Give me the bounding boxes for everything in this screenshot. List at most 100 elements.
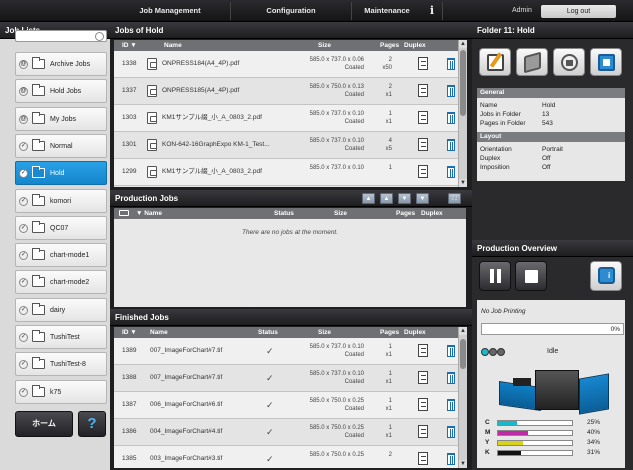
- table-row[interactable]: 1385 003_ImageForChart#3.tif ✓ 585.0 x 750.…: [114, 446, 458, 468]
- trash-icon[interactable]: [447, 372, 455, 384]
- table-row[interactable]: 1389 007_ImageForChart#7.tif ✓ 585.0 x 737.…: [114, 338, 458, 365]
- job-list-item[interactable]: ✓ QC07: [15, 215, 107, 240]
- table-row[interactable]: 1299 KM1サンプル綴_小_A_0803_2.pdf 585.0 x 737.0…: [114, 159, 458, 186]
- radio-icon[interactable]: ✓: [19, 223, 28, 233]
- col-name[interactable]: Name: [150, 327, 168, 338]
- radio-icon[interactable]: @: [19, 114, 28, 124]
- nav-configuration[interactable]: Configuration: [231, 0, 351, 22]
- radio-icon[interactable]: ✓: [19, 278, 28, 288]
- trash-icon[interactable]: [447, 399, 455, 411]
- stop-button[interactable]: [515, 261, 547, 291]
- col-pages[interactable]: Pages: [380, 40, 399, 51]
- table-row[interactable]: 1386 004_ImageForChart#4.tif ✓ 585.0 x 750.…: [114, 419, 458, 446]
- page-layout-icon[interactable]: [418, 344, 428, 357]
- radio-icon[interactable]: ✓: [19, 169, 28, 179]
- job-list-item[interactable]: @ My Jobs: [15, 106, 107, 131]
- move-down-icon[interactable]: ▼: [398, 193, 411, 204]
- delete-folder-button[interactable]: [553, 48, 585, 76]
- col-id[interactable]: ID ▼: [122, 327, 137, 338]
- job-list-item[interactable]: ✓ chart-mode2: [15, 270, 107, 295]
- col-id[interactable]: ID ▼: [122, 40, 137, 51]
- info-icon[interactable]: i: [428, 4, 436, 18]
- trash-icon[interactable]: [447, 453, 455, 465]
- job-list-item[interactable]: ✓ dairy: [15, 297, 107, 322]
- radio-icon[interactable]: ✓: [19, 360, 28, 370]
- move-up-icon[interactable]: ▲: [380, 193, 393, 204]
- trash-icon[interactable]: [447, 85, 455, 97]
- table-row[interactable]: 1338 ONPRESS184(A4_4P).pdf 585.0 x 737.0 x…: [114, 51, 458, 78]
- radio-icon[interactable]: ✓: [19, 387, 28, 397]
- page-layout-icon[interactable]: [418, 165, 428, 178]
- trash-icon[interactable]: [447, 112, 455, 124]
- scroll-thumb[interactable]: [460, 339, 466, 369]
- queue-settings-button[interactable]: [516, 48, 548, 76]
- job-list-item[interactable]: ✓ komori: [15, 188, 107, 213]
- col-size[interactable]: Size: [318, 40, 331, 51]
- col-duplex[interactable]: Duplex: [421, 208, 443, 219]
- move-top-icon[interactable]: ▲: [362, 193, 375, 204]
- job-list-item[interactable]: ✓ k75: [15, 379, 107, 404]
- nav-maintenance[interactable]: Maintenance: [352, 0, 422, 22]
- scroll-down-icon[interactable]: ▼: [459, 179, 467, 187]
- page-layout-icon[interactable]: [418, 57, 428, 70]
- radio-icon[interactable]: ✓: [19, 196, 28, 206]
- edit-folder-button[interactable]: [479, 48, 511, 76]
- expand-icon[interactable]: ⛶: [448, 193, 461, 204]
- scroll-down-icon[interactable]: ▼: [459, 460, 467, 468]
- hold-jobs-scrollbar[interactable]: ▲ ▼: [458, 40, 467, 187]
- page-layout-icon[interactable]: [418, 425, 428, 438]
- printer-info-button[interactable]: i: [590, 261, 622, 291]
- table-row[interactable]: 1337 ONPRESS185(A4_4P).pdf 585.0 x 750.0 x…: [114, 78, 458, 105]
- job-list-item[interactable]: ✓ Normal: [15, 133, 107, 158]
- col-size[interactable]: Size: [334, 208, 347, 219]
- col-status[interactable]: Status: [274, 208, 294, 219]
- radio-icon[interactable]: @: [19, 87, 28, 97]
- job-list-item[interactable]: ✓ TushiTest-8: [15, 352, 107, 377]
- trash-icon[interactable]: [447, 58, 455, 70]
- nav-job-management[interactable]: Job Management: [110, 0, 230, 22]
- page-layout-icon[interactable]: [418, 398, 428, 411]
- export-folder-button[interactable]: [590, 48, 622, 76]
- col-duplex[interactable]: Duplex: [404, 40, 426, 51]
- scroll-up-icon[interactable]: ▲: [459, 40, 467, 48]
- logout-button[interactable]: Log out: [541, 5, 616, 18]
- col-status[interactable]: Status: [258, 327, 278, 338]
- trash-icon[interactable]: [447, 139, 455, 151]
- page-layout-icon[interactable]: [418, 111, 428, 124]
- col-size[interactable]: Size: [318, 327, 331, 338]
- trash-icon[interactable]: [447, 345, 455, 357]
- table-row[interactable]: 1303 KM1サンプル綴_小_A_0803_2.pdf 585.0 x 737.0…: [114, 105, 458, 132]
- radio-icon[interactable]: ✓: [19, 141, 28, 151]
- radio-icon[interactable]: ✓: [19, 333, 28, 342]
- table-row[interactable]: 1387 006_ImageForChart#6.tif ✓ 585.0 x 750.…: [114, 392, 458, 419]
- scroll-thumb[interactable]: [460, 50, 466, 116]
- trash-icon[interactable]: [447, 166, 455, 178]
- page-layout-icon[interactable]: [418, 84, 428, 97]
- col-name[interactable]: ▼ Name: [136, 208, 162, 219]
- col-pages[interactable]: Pages: [396, 208, 415, 219]
- job-list-item[interactable]: @ Archive Jobs: [15, 52, 107, 76]
- col-name[interactable]: Name: [164, 40, 182, 51]
- col-pages[interactable]: Pages: [380, 327, 399, 338]
- table-row[interactable]: 1301 KON-642-16GraphExpo KM-1_Test... 585.…: [114, 132, 458, 159]
- finished-jobs-scrollbar[interactable]: ▲ ▼: [458, 327, 467, 468]
- scroll-up-icon[interactable]: ▲: [459, 327, 467, 335]
- job-list-search-input[interactable]: [15, 30, 107, 42]
- page-layout-icon[interactable]: [418, 452, 428, 465]
- radio-icon[interactable]: @: [19, 60, 28, 69]
- job-list-item[interactable]: @ Hold Jobs: [15, 79, 107, 104]
- move-bottom-icon[interactable]: ▼: [416, 193, 429, 204]
- page-layout-icon[interactable]: [418, 138, 428, 151]
- pause-button[interactable]: [479, 261, 511, 291]
- trash-icon[interactable]: [447, 426, 455, 438]
- table-row[interactable]: 1388 007_ImageForChart#7.tif ✓ 585.0 x 737.…: [114, 365, 458, 392]
- radio-icon[interactable]: ✓: [19, 251, 28, 261]
- home-button[interactable]: ホーム: [15, 411, 73, 437]
- job-list-item[interactable]: ✓ TushiTest: [15, 325, 107, 349]
- help-button[interactable]: ?: [78, 411, 106, 437]
- col-duplex[interactable]: Duplex: [404, 327, 426, 338]
- job-list-item[interactable]: ✓ Hold: [15, 161, 107, 186]
- page-layout-icon[interactable]: [418, 371, 428, 384]
- radio-icon[interactable]: ✓: [19, 305, 28, 315]
- job-list-item[interactable]: ✓ chart-mode1: [15, 243, 107, 268]
